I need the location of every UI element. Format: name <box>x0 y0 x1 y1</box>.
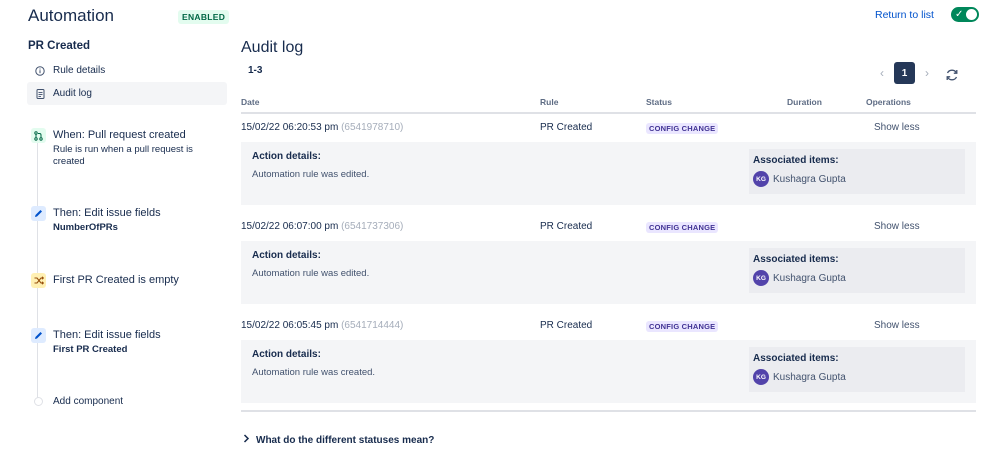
entry-rule: PR Created <box>540 320 593 331</box>
action-details-text: Automation rule was created. <box>252 367 376 378</box>
associated-user-name[interactable]: Kushagra Gupta <box>773 174 846 185</box>
results-range: 1-3 <box>248 65 263 76</box>
entry-details: Action details: Automation rule was crea… <box>241 340 976 403</box>
component-timeline <box>37 142 38 400</box>
add-component-label: Add component <box>53 396 124 407</box>
shuffle-icon <box>31 273 46 288</box>
show-less-link[interactable]: Show less <box>874 221 920 232</box>
entry-date: 15/02/22 06:05:45 pm (6541714444) <box>241 320 404 331</box>
avatar: KG <box>753 369 769 385</box>
component-subtitle: Rule is run when a pull request is creat… <box>53 144 193 167</box>
column-header-rule: Rule <box>540 97 559 107</box>
entry-rule: PR Created <box>540 122 593 133</box>
column-header-duration: Duration <box>787 97 822 107</box>
associated-user-name[interactable]: Kushagra Gupta <box>773 273 846 284</box>
avatar: KG <box>753 171 769 187</box>
rule-name: PR Created <box>28 40 90 52</box>
associated-items: Associated items: KG Kushagra Gupta <box>749 149 965 194</box>
associated-items: Associated items: KG Kushagra Gupta <box>749 248 965 293</box>
show-less-link[interactable]: Show less <box>874 320 920 331</box>
avatar: KG <box>753 270 769 286</box>
chevron-left-icon[interactable]: ‹ <box>876 66 888 80</box>
status-faq-expander[interactable]: What do the different statuses mean? <box>243 434 434 446</box>
action-details-label: Action details: <box>252 151 321 162</box>
sidebar-item-label: Audit log <box>53 88 92 99</box>
info-icon <box>35 65 45 76</box>
action-details-text: Automation rule was edited. <box>252 268 370 279</box>
component-title: First PR Created is empty <box>53 274 179 286</box>
action-details-text: Automation rule was edited. <box>252 169 370 180</box>
status-badge: CONFIG CHANGE <box>646 222 719 233</box>
table-bottom-divider <box>241 410 976 412</box>
pagination: ‹ 1 › <box>876 62 933 84</box>
component-title: When: Pull request created <box>53 129 186 141</box>
column-header-date: Date <box>241 97 260 107</box>
entry-id: (6541737306) <box>341 221 404 232</box>
rule-enabled-toggle[interactable]: ✓ <box>951 7 979 22</box>
add-component-dot-icon <box>34 397 43 406</box>
component-subtitle: NumberOfPRs <box>53 222 118 233</box>
entry-details: Action details: Automation rule was edit… <box>241 241 976 304</box>
pull-request-icon <box>31 128 46 143</box>
entry-id: (6541978710) <box>341 122 404 133</box>
associated-items-label: Associated items: <box>753 155 839 166</box>
associated-user-name[interactable]: Kushagra Gupta <box>773 372 846 383</box>
sidebar-nav: Rule details Audit log <box>27 59 227 105</box>
pencil-icon <box>31 328 46 343</box>
enabled-status-badge: ENABLED <box>178 10 230 24</box>
header-divider <box>241 112 976 114</box>
action-details-label: Action details: <box>252 349 321 360</box>
component-title: Then: Edit issue fields <box>53 207 161 219</box>
column-header-status: Status <box>646 97 672 107</box>
status-badge: CONFIG CHANGE <box>646 321 719 332</box>
check-icon: ✓ <box>955 9 964 20</box>
entry-date: 15/02/22 06:20:53 pm (6541978710) <box>241 122 404 133</box>
page-button-current[interactable]: 1 <box>894 62 915 84</box>
app-title: Automation <box>28 6 114 25</box>
associated-items-label: Associated items: <box>753 254 839 265</box>
associated-items: Associated items: KG Kushagra Gupta <box>749 347 965 392</box>
pencil-icon <box>31 206 46 221</box>
chevron-right-icon[interactable]: › <box>921 66 933 80</box>
component-subtitle: First PR Created <box>53 344 128 355</box>
document-icon <box>35 88 45 99</box>
chevron-right-icon <box>243 434 250 446</box>
page-title: Audit log <box>241 39 304 56</box>
component-title: Then: Edit issue fields <box>53 329 161 341</box>
entry-id: (6541714444) <box>341 320 404 331</box>
entry-details: Action details: Automation rule was edit… <box>241 142 976 205</box>
sidebar-item-label: Rule details <box>53 65 106 76</box>
entry-date: 15/02/22 06:07:00 pm (6541737306) <box>241 221 404 232</box>
refresh-icon[interactable] <box>945 68 959 85</box>
status-faq-label: What do the different statuses mean? <box>256 434 435 446</box>
action-details-label: Action details: <box>252 250 321 261</box>
sidebar-item-rule-details[interactable]: Rule details <box>27 59 227 82</box>
column-header-operations: Operations <box>866 97 911 107</box>
status-badge: CONFIG CHANGE <box>646 123 719 134</box>
associated-items-label: Associated items: <box>753 353 839 364</box>
toggle-knob <box>966 9 977 20</box>
return-to-list-link[interactable]: Return to list <box>875 9 934 21</box>
show-less-link[interactable]: Show less <box>874 122 920 133</box>
sidebar-item-audit-log[interactable]: Audit log <box>27 82 227 105</box>
entry-rule: PR Created <box>540 221 593 232</box>
